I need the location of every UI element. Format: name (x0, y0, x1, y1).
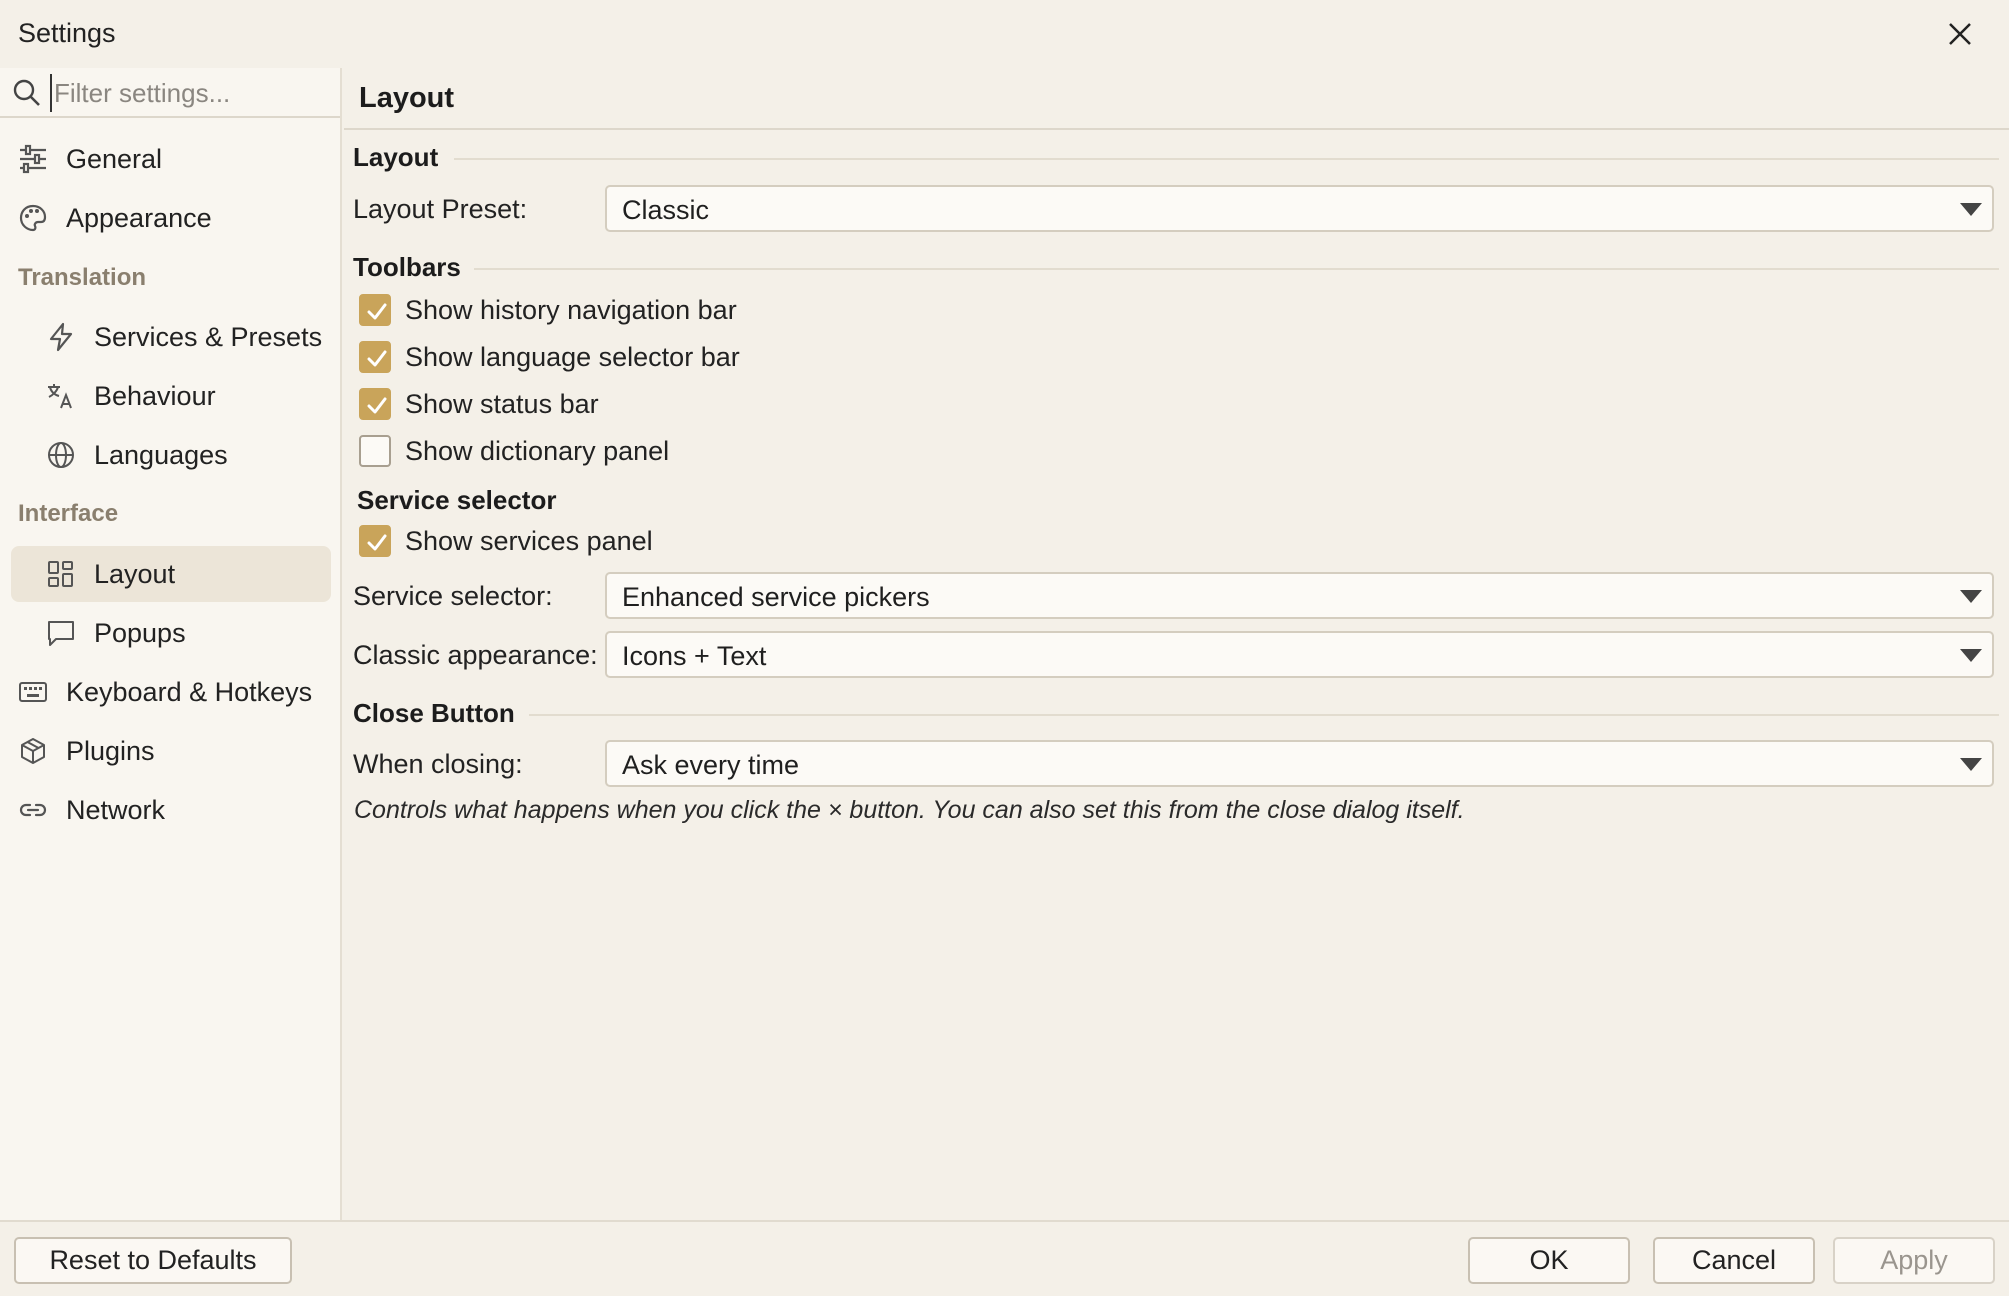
checkbox-label: Show services panel (405, 525, 653, 556)
sidebar-item-label: Popups (94, 617, 186, 648)
palette-icon (16, 201, 50, 235)
checkbox-label: Show history navigation bar (405, 294, 737, 325)
search-bar (0, 68, 340, 118)
settings-panel: Layout Layout Layout Preset: Classic Too… (344, 68, 2009, 1220)
classic-appearance-label: Classic appearance: (353, 640, 598, 670)
checkbox-checked[interactable] (359, 388, 391, 420)
sidebar-item-popups[interactable]: Popups (44, 605, 332, 661)
keyboard-icon (16, 675, 50, 709)
apply-button[interactable]: Apply (1833, 1237, 1995, 1284)
checkbox-services-panel[interactable]: Show services panel (359, 525, 653, 557)
sidebar-item-network[interactable]: Network (16, 782, 332, 838)
sidebar-item-behaviour[interactable]: Behaviour (44, 368, 332, 424)
checkbox-status-bar[interactable]: Show status bar (359, 388, 599, 420)
checkbox-dictionary-panel[interactable]: Show dictionary panel (359, 435, 669, 467)
window-title: Settings (18, 18, 116, 48)
group-divider (454, 158, 1999, 160)
reset-to-defaults-button[interactable]: Reset to Defaults (14, 1237, 292, 1284)
sidebar: General Appearance Translation Services … (0, 68, 342, 1220)
sidebar-item-label: General (66, 143, 163, 174)
group-divider (474, 268, 1999, 270)
lightning-icon (44, 320, 78, 354)
service-selector-value: Enhanced service pickers (622, 582, 930, 612)
grid-icon (44, 557, 78, 591)
cancel-button[interactable]: Cancel (1653, 1237, 1815, 1284)
checkbox-label: Show dictionary panel (405, 435, 670, 466)
sidebar-group-translation: Translation (18, 264, 147, 291)
checkbox-checked[interactable] (359, 341, 391, 373)
when-closing-label: When closing: (353, 749, 523, 779)
checkbox-label: Show language selector bar (405, 341, 740, 372)
layout-preset-select[interactable]: Classic (605, 185, 1994, 232)
group-title-service-selector: Service selector (357, 485, 557, 515)
layout-preset-value: Classic (622, 195, 710, 225)
sidebar-item-languages[interactable]: Languages (44, 427, 332, 483)
checkbox-language-selector-bar[interactable]: Show language selector bar (359, 341, 740, 373)
sidebar-item-services-presets[interactable]: Services & Presets (44, 309, 332, 365)
sidebar-item-plugins[interactable]: Plugins (16, 723, 332, 779)
sidebar-item-appearance[interactable]: Appearance (16, 190, 332, 246)
chevron-down-icon (1960, 590, 1982, 603)
sidebar-item-label: Languages (94, 439, 228, 470)
when-closing-value: Ask every time (622, 750, 800, 780)
classic-appearance-select[interactable]: Icons + Text (605, 631, 1994, 678)
search-icon (11, 77, 43, 109)
translate-icon (44, 379, 78, 413)
sidebar-item-label: Plugins (66, 735, 155, 766)
sidebar-item-label: Behaviour (94, 380, 216, 411)
checkbox-checked[interactable] (359, 294, 391, 326)
checkbox-label: Show status bar (405, 388, 599, 419)
classic-appearance-value: Icons + Text (622, 641, 767, 671)
sidebar-item-label: Layout (94, 558, 176, 589)
group-title-toolbars: Toolbars (353, 252, 461, 282)
chevron-down-icon (1960, 649, 1982, 662)
sliders-icon (16, 142, 50, 176)
page-title: Layout (359, 82, 455, 114)
search-input[interactable] (50, 74, 330, 112)
service-selector-select[interactable]: Enhanced service pickers (605, 572, 1994, 619)
chat-bubble-icon (44, 616, 78, 650)
layout-preset-label: Layout Preset: (353, 194, 528, 224)
checkbox-history-navigation-bar[interactable]: Show history navigation bar (359, 294, 737, 326)
group-divider (529, 714, 1999, 716)
checkbox-checked[interactable] (359, 525, 391, 557)
group-title-close-button: Close Button (353, 698, 515, 728)
sidebar-item-general[interactable]: General (16, 131, 332, 187)
ok-button[interactable]: OK (1468, 1237, 1630, 1284)
sidebar-item-keyboard-hotkeys[interactable]: Keyboard & Hotkeys (16, 664, 332, 720)
chevron-down-icon (1960, 758, 1982, 771)
globe-icon (44, 438, 78, 472)
close-icon[interactable] (1940, 14, 1980, 54)
title-bar: Settings (0, 0, 2009, 68)
close-button-hint: Controls what happens when you click the… (354, 796, 1465, 824)
service-selector-label: Service selector: (353, 581, 553, 611)
sidebar-item-label: Network (66, 794, 166, 825)
sidebar-item-label: Services & Presets (94, 321, 323, 352)
page-header: Layout (344, 68, 2009, 130)
link-icon (16, 793, 50, 827)
sidebar-item-layout[interactable]: Layout (11, 546, 331, 602)
chevron-down-icon (1960, 203, 1982, 216)
group-title-layout: Layout (353, 142, 439, 172)
dialog-footer: Reset to Defaults OK Cancel Apply (0, 1220, 2009, 1296)
checkbox-unchecked[interactable] (359, 435, 391, 467)
sidebar-group-interface: Interface (18, 500, 119, 527)
package-icon (16, 734, 50, 768)
sidebar-item-label: Keyboard & Hotkeys (66, 676, 313, 707)
when-closing-select[interactable]: Ask every time (605, 740, 1994, 787)
sidebar-item-label: Appearance (66, 202, 212, 233)
